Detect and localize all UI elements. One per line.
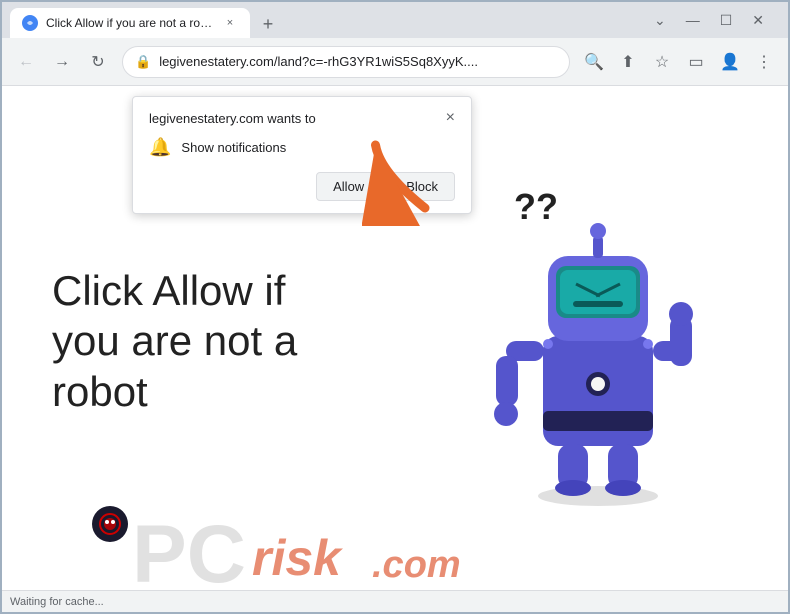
robot-svg [468,166,728,506]
pcrisk-pc-text: PC [132,508,246,602]
browser-window: Click Allow if you are not a robot × + ⌄… [2,2,788,612]
robot-illustration [468,166,728,506]
main-heading: Click Allow if you are not a robot [52,266,332,417]
reload-button[interactable]: ↻ [82,46,114,78]
share-button[interactable]: ⬆ [612,46,644,78]
menu-button[interactable]: ⋮ [748,46,780,78]
lock-icon: 🔒 [135,54,151,70]
tab-title: Click Allow if you are not a robot [46,16,214,30]
popup-close-button[interactable]: × [446,109,455,127]
bookmark-button[interactable]: ☆ [646,46,678,78]
popup-origin: legivenestatery.com wants to [149,111,316,126]
profile-button[interactable]: 👤 [714,46,746,78]
sidebar-button[interactable]: ▭ [680,46,712,78]
toolbar-icons: 🔍 ⬆ ☆ ▭ 👤 ⋮ [578,46,780,78]
url-text: legivenestatery.com/land?c=-rhG3YR1wiS5S… [159,54,557,69]
arrow-svg [362,136,452,226]
new-tab-button[interactable]: + [254,10,282,38]
pcrisk-favicon [92,506,128,542]
maximize-button[interactable]: ☐ [712,8,741,33]
tab-favicon [22,15,38,31]
active-tab[interactable]: Click Allow if you are not a robot × [10,8,250,38]
tab-area: Click Allow if you are not a robot × + [10,2,634,38]
window-controls: ⌄ — ☐ ✕ [638,8,780,33]
status-text: Waiting for cache... [10,596,104,608]
arrow-indicator [362,136,452,231]
toolbar: ← → ↻ 🔒 legivenestatery.com/land?c=-rhG3… [2,38,788,86]
title-bar: Click Allow if you are not a robot × + ⌄… [2,2,788,38]
back-button[interactable]: ← [10,46,42,78]
chevron-down-button[interactable]: ⌄ [646,8,674,33]
close-button[interactable]: ✕ [744,8,772,33]
popup-body-text: Show notifications [181,140,286,155]
popup-header: legivenestatery.com wants to × [149,109,455,127]
pcrisk-dotcom-text: .com [372,544,461,587]
status-bar: Waiting for cache... [2,590,788,612]
search-button[interactable]: 🔍 [578,46,610,78]
pcrisk-risk-text: risk [252,529,341,587]
tab-close-button[interactable]: × [222,15,238,31]
bell-icon: 🔔 [149,137,171,158]
minimize-button[interactable]: — [678,8,708,32]
page-content: legivenestatery.com wants to × 🔔 Show no… [2,86,788,612]
address-bar[interactable]: 🔒 legivenestatery.com/land?c=-rhG3YR1wiS… [122,46,570,78]
forward-button[interactable]: → [46,46,78,78]
